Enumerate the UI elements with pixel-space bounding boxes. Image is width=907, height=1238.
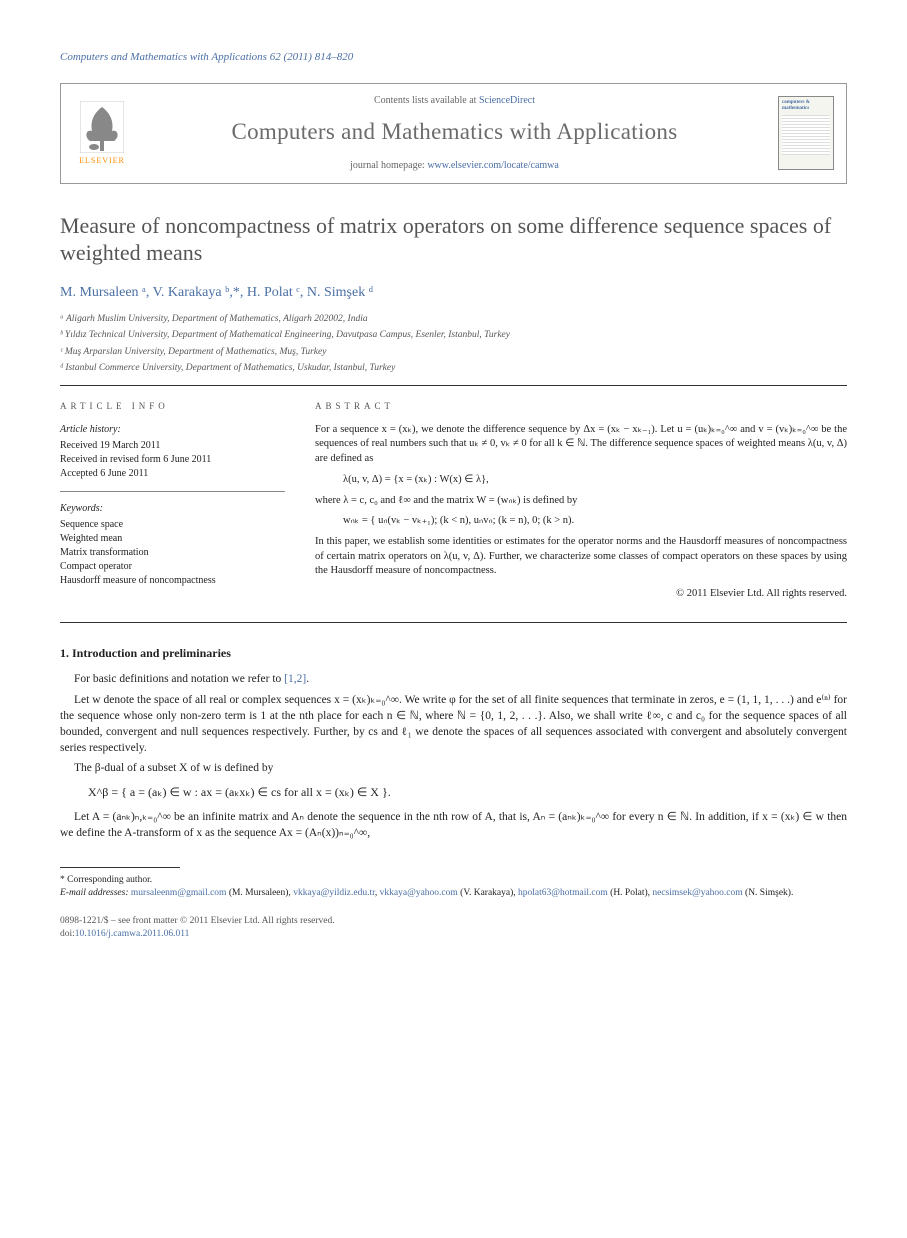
homepage-prefix: journal homepage: [350,160,427,171]
author-email[interactable]: necsimsek@yahoo.com [652,888,742,898]
corresponding-note: * Corresponding author. [60,874,847,887]
journal-cover-thumbnail: computers & mathematics [778,96,834,170]
publisher-name: ELSEVIER [79,155,125,166]
page-footer: 0898-1221/$ – see front matter © 2011 El… [60,915,847,942]
doi-label: doi: [60,929,75,939]
keyword: Sequence space [60,518,285,532]
keyword: Compact operator [60,560,285,574]
author-email[interactable]: vkkaya@yahoo.com [380,888,458,898]
affiliation-d: ᵈ Istanbul Commerce University, Departme… [60,361,847,375]
author-email[interactable]: hpolat63@hotmail.com [518,888,608,898]
article-info-column: ARTICLE INFO Article history: Received 1… [60,400,285,601]
section-body: For basic definitions and notation we re… [60,671,847,841]
abstract-copyright: © 2011 Elsevier Ltd. All rights reserved… [315,587,847,602]
citation-line: Computers and Mathematics with Applicati… [60,50,847,65]
author-email[interactable]: vkkaya@yildiz.edu.tr [293,888,375,898]
abstract-equation: λ(u, v, Δ) = {x = (xₖ) : W(x) ∈ λ}, [343,473,847,488]
contents-available: Contents lists available at ScienceDirec… [145,94,764,108]
keyword: Matrix transformation [60,546,285,560]
footnote-rule [60,867,180,868]
contents-prefix: Contents lists available at [374,95,479,106]
homepage-link[interactable]: www.elsevier.com/locate/camwa [427,160,559,171]
email-addresses: E-mail addresses: mursaleenm@gmail.com (… [60,887,847,900]
emails-label: E-mail addresses: [60,888,131,898]
abstract-para: In this paper, we establish some identit… [315,535,847,579]
affiliation-a: ᵃ Aligarh Muslim University, Department … [60,312,847,326]
body-para: For basic definitions and notation we re… [60,671,847,687]
body-para: Let A = (aₙₖ)ₙ,ₖ₌₀^∞ be an infinite matr… [60,809,847,841]
display-equation: X^β = { a = (aₖ) ∈ w : ax = (aₖxₖ) ∈ cs … [88,784,847,801]
abstract-label: ABSTRACT [315,400,847,413]
history-accepted: Accepted 6 June 2011 [60,467,285,481]
affiliation-c: ᶜ Muş Arparslan University, Department o… [60,345,847,359]
keywords-heading: Keywords: [60,502,285,516]
sciencedirect-link[interactable]: ScienceDirect [479,95,535,106]
journal-name: Computers and Mathematics with Applicati… [145,116,764,148]
body-para: Let w denote the space of all real or co… [60,692,847,756]
abstract-column: ABSTRACT For a sequence x = (xₖ), we den… [315,400,847,601]
section-heading: 1. Introduction and preliminaries [60,645,847,662]
author-list: M. Mursaleen ᵃ, V. Karakaya ᵇ,*, H. Pola… [60,283,847,303]
history-received: Received 19 March 2011 [60,439,285,453]
affiliation-b: ᵇ Yıldız Technical University, Departmen… [60,328,847,342]
keyword: Hausdorff measure of noncompactness [60,574,285,588]
journal-homepage: journal homepage: www.elsevier.com/locat… [145,159,764,173]
article-info-label: ARTICLE INFO [60,400,285,413]
divider [60,385,847,386]
publisher-logo: ELSEVIER [73,98,131,168]
author-email[interactable]: mursaleenm@gmail.com [131,888,227,898]
journal-header: ELSEVIER Contents lists available at Sci… [60,83,847,183]
doi-link[interactable]: 10.1016/j.camwa.2011.06.011 [75,929,190,939]
citation-ref[interactable]: [1,2] [284,673,306,685]
body-para: The β-dual of a subset X of w is defined… [60,760,847,776]
article-title: Measure of noncompactness of matrix oper… [60,212,847,267]
abstract-equation: wₙₖ = { uₙ(vₖ − vₖ₊₁); (k < n), uₙvₙ; (k… [343,514,847,529]
divider [60,622,847,623]
abstract-para: where λ = c, c₀ and ℓ∞ and the matrix W … [315,494,847,509]
history-revised: Received in revised form 6 June 2011 [60,453,285,467]
history-heading: Article history: [60,423,285,437]
keyword: Weighted mean [60,532,285,546]
abstract-para: For a sequence x = (xₖ), we denote the d… [315,423,847,467]
elsevier-tree-icon [80,101,124,153]
issn-copyright: 0898-1221/$ – see front matter © 2011 El… [60,915,847,928]
